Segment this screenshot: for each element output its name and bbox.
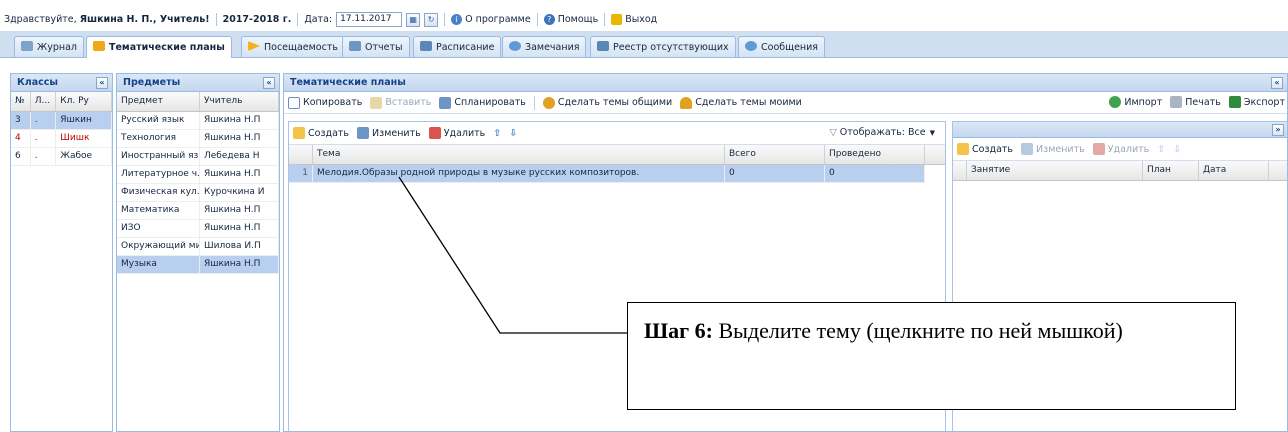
step-number: Шаг 6: [644, 318, 713, 343]
step-callout: Шаг 6: Выделите тему (щелкните по ней мы… [627, 302, 1236, 410]
step-instruction: Выделите тему (щелкните по ней мышкой) [712, 318, 1123, 343]
